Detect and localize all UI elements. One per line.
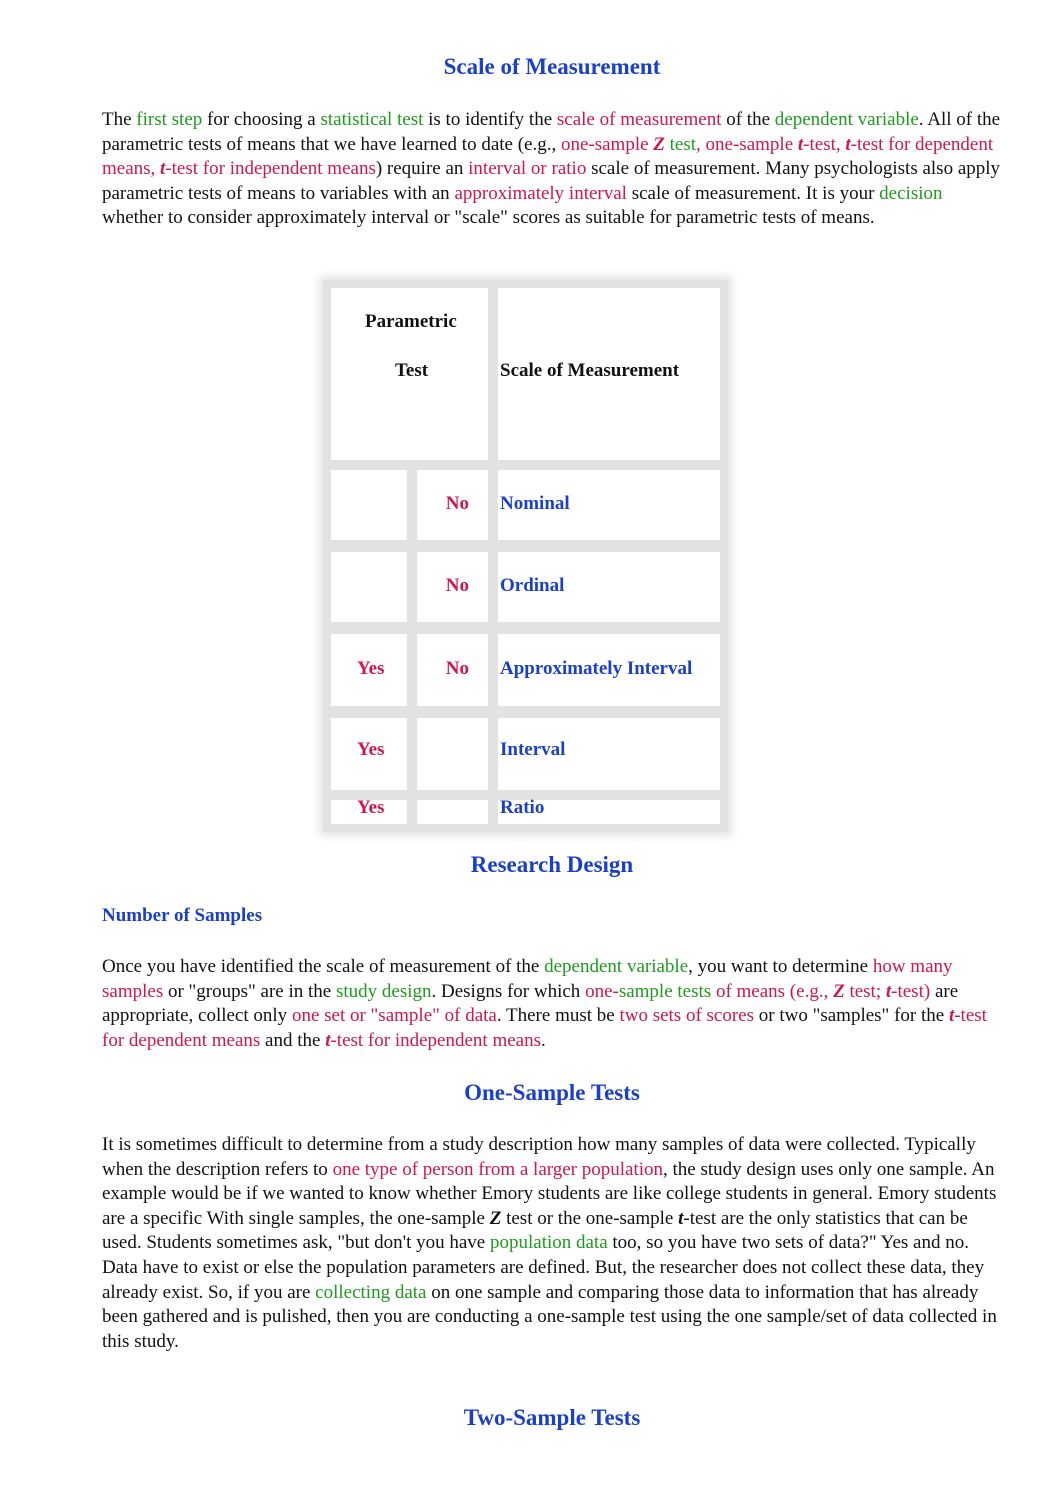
table-cell: [417, 800, 488, 824]
table-row-4-col-a: Yes: [357, 739, 385, 760]
highlight-term: statistical test: [320, 109, 424, 130]
paragraph-research: Once you have identified the scale of me…: [102, 955, 1002, 1053]
highlight-term: dependent variable: [544, 956, 689, 977]
highlight-term: population data: [489, 1232, 608, 1254]
text-run: of the: [721, 109, 775, 130]
table-row-3-col-b: No: [445, 658, 469, 679]
emphasis-term: , one-sample: [696, 133, 798, 155]
emphasis-term: scale of measurement: [556, 109, 722, 130]
table-cell: [331, 470, 407, 540]
text-run: , you want to determine: [688, 956, 873, 977]
emphasis-term: -test for independent means: [165, 158, 376, 180]
table-header-parametric: Parametric: [365, 311, 457, 332]
table-row-4-scale: Interval: [500, 739, 566, 760]
table-row-2-scale: Ordinal: [500, 575, 565, 596]
emphasis-term: Z: [833, 980, 845, 1002]
table-row-2-col-b: No: [445, 575, 469, 596]
heading-one-sample-tests: One-Sample Tests: [464, 1080, 640, 1105]
text-run: The: [102, 109, 137, 130]
table-row-3-scale: Approximately Interval: [500, 658, 693, 679]
table-cell: [417, 718, 488, 790]
text-run: Once you have identified the scale of me…: [102, 956, 545, 977]
emphasis-term: test;: [844, 980, 886, 1002]
text-run: for choosing a: [202, 109, 321, 130]
emphasis-term: one-: [585, 980, 619, 1002]
emphasis-term: two sets of scores: [619, 1005, 755, 1027]
text-run: is to identify the: [423, 109, 557, 130]
emphasis-term: one set or "sample" of data: [291, 1005, 497, 1027]
scale-table: Parametric Test Scale of Measurement No …: [323, 280, 728, 832]
text-run: whether to consider approximately interv…: [102, 207, 875, 229]
highlight-term: study design: [335, 980, 432, 1002]
text-run: . Designs for which: [431, 980, 586, 1002]
highlight-term: first step: [136, 109, 203, 130]
text-run: ) require an: [375, 158, 469, 180]
highlight-term: decision: [879, 182, 943, 204]
text-run: scale of measurement. It is your: [626, 182, 880, 204]
emphasis-term: one type of person from a larger populat…: [332, 1158, 664, 1180]
emphasis-term: -test): [891, 980, 931, 1002]
table-row-5-col-a: Yes: [357, 797, 385, 818]
text-run: . There must be: [496, 1005, 620, 1027]
table-row-3-col-a: Yes: [357, 658, 385, 679]
text-run: or "groups" are in the: [163, 980, 336, 1002]
highlight-term: sample tests: [618, 980, 712, 1002]
text-run: Z: [489, 1207, 502, 1229]
heading-scale-of-measurement: Scale of Measurement: [443, 54, 661, 79]
table-header-test: Test: [395, 360, 429, 381]
subheading-number-of-samples: Number of Samples: [102, 905, 263, 926]
emphasis-term: Z: [653, 133, 665, 155]
text-run: or two "samples" for the: [754, 1005, 949, 1027]
emphasis-term: -test for independent means: [330, 1029, 541, 1051]
heading-research-design: Research Design: [470, 852, 634, 877]
highlight-term: dependent variable: [774, 109, 919, 130]
table-cell: [331, 552, 407, 622]
table-row-1-col-b: No: [445, 493, 469, 514]
emphasis-term: approximately interval: [454, 182, 627, 204]
highlight-term: collecting data: [315, 1281, 427, 1303]
emphasis-term: -test,: [803, 133, 846, 155]
table-header-scale: Scale of Measurement: [500, 360, 680, 381]
emphasis-term: of means (e.g.,: [711, 980, 834, 1002]
text-run: test or the one-sample: [501, 1207, 679, 1229]
heading-two-sample-tests: Two-Sample Tests: [463, 1405, 641, 1430]
emphasis-term: interval or ratio: [468, 158, 587, 180]
highlight-term: test: [664, 133, 697, 155]
emphasis-term: one-sample: [560, 133, 654, 155]
text-run: and the: [260, 1029, 326, 1051]
paragraph-scale: The first step for choosing a statistica…: [102, 108, 1002, 231]
text-run: .: [540, 1029, 546, 1051]
table-row-5-scale: Ratio: [500, 797, 545, 818]
paragraph-one-sample: It is sometimes difficult to determine f…: [102, 1133, 1002, 1354]
table-row-1-scale: Nominal: [500, 493, 570, 514]
